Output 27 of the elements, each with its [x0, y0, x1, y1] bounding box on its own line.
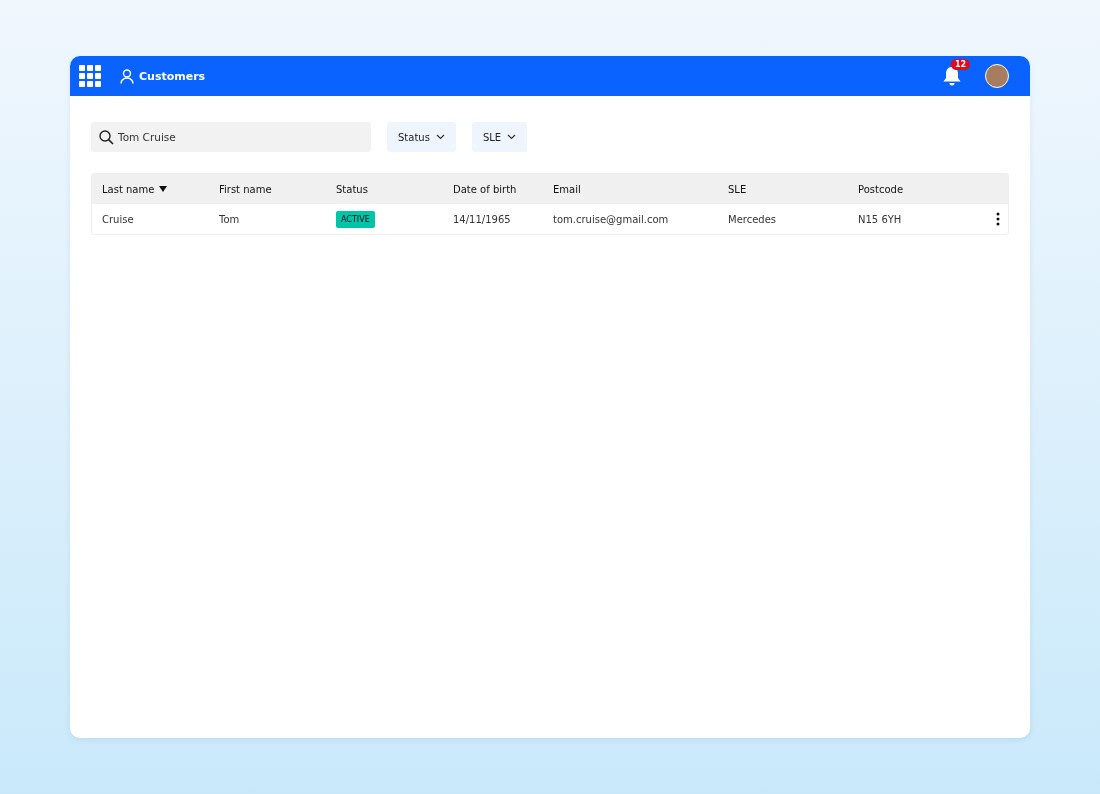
- person-icon: [120, 68, 134, 84]
- table-cell-text: 14/11/1965: [452, 213, 512, 225]
- notification-badge: 12: [951, 59, 971, 70]
- column-header[interactable]: Postcode: [848, 183, 978, 195]
- more-options-icon[interactable]: [996, 212, 1000, 226]
- avatar[interactable]: [985, 64, 1009, 88]
- table-cell-text: Tom: [218, 213, 241, 225]
- table-cell-text: Mercedes: [727, 213, 778, 225]
- table-cell-text: tom.cruise@gmail.com: [552, 213, 670, 225]
- sort-caret-icon: [159, 186, 168, 192]
- column-header[interactable]: Status: [326, 183, 443, 195]
- table-cell-text: Cruise: [101, 213, 135, 225]
- column-header[interactable]: First name: [209, 183, 326, 195]
- table-cell-text: N15 6YH: [857, 213, 903, 225]
- filter-dropdown[interactable]: Status: [387, 122, 456, 152]
- column-header[interactable]: SLE: [718, 183, 848, 195]
- chevron-down-icon: [435, 134, 445, 140]
- column-header[interactable]: Date of birth: [443, 183, 543, 195]
- search-field[interactable]: Tom Cruise: [91, 122, 371, 152]
- column-header[interactable]: Email: [543, 183, 718, 195]
- chevron-down-icon: [507, 134, 517, 140]
- filter-dropdown[interactable]: SLE: [471, 122, 528, 152]
- page-title: Customers: [139, 69, 206, 83]
- status-badge: ACTIVE: [336, 210, 375, 228]
- app-grid-icon[interactable]: [79, 65, 101, 87]
- column-header[interactable]: Last name: [92, 183, 209, 195]
- bell-icon[interactable]: [941, 65, 963, 87]
